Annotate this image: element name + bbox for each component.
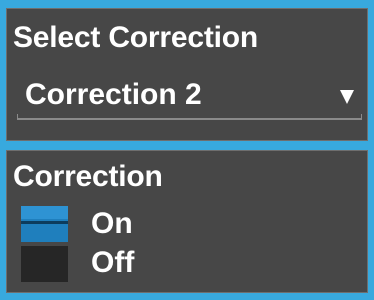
dropdown-underline [17, 114, 362, 120]
select-correction-panel: Select Correction Correction 2 [6, 8, 368, 141]
toggle-on-label[interactable]: On [91, 208, 133, 240]
correction-on-off-toggle[interactable] [21, 206, 68, 282]
correction-select-dropdown[interactable]: Correction 2 [17, 72, 362, 120]
toggle-off-segment[interactable] [21, 246, 68, 282]
correction-toggle-panel: Correction On Off [6, 150, 368, 293]
select-correction-title: Select Correction [13, 21, 259, 54]
dropdown-triangle-icon [340, 90, 354, 104]
correction-settings-frame: Select Correction Correction 2 Correctio… [0, 0, 374, 300]
correction-toggle-title: Correction [13, 160, 163, 193]
correction-toggle-group: On Off [21, 202, 221, 286]
toggle-off-label[interactable]: Off [91, 247, 134, 279]
toggle-on-segment[interactable] [21, 206, 68, 242]
correction-select-value: Correction 2 [25, 78, 202, 111]
